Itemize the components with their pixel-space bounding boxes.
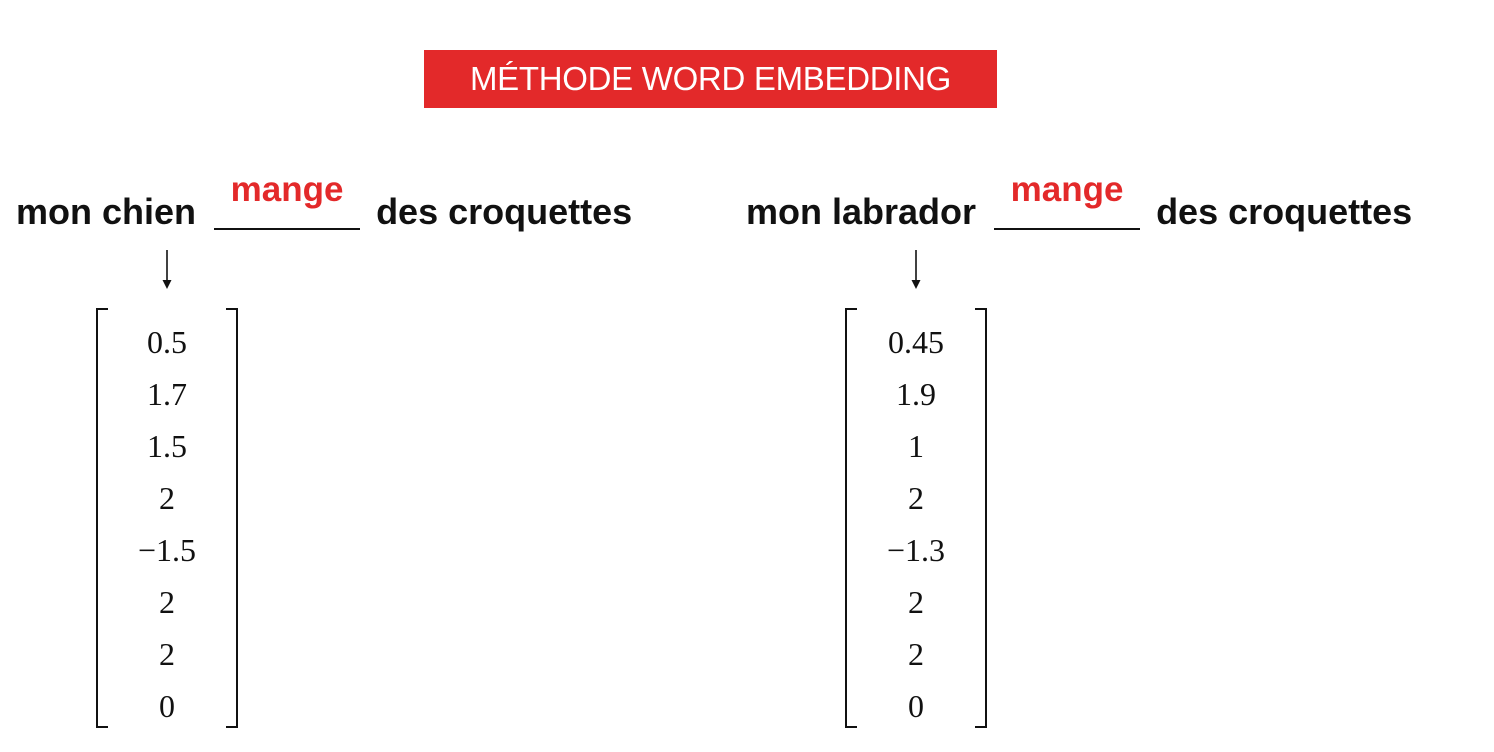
vector-value: 0.45 [888,324,944,360]
vector-value: 2 [908,584,924,620]
vector-value: 2 [908,480,924,516]
right-bracket [975,308,987,728]
example-sentence-1: mon chien mange des croquettes [16,170,633,234]
blank-slot: mange [994,170,1141,234]
vector-value: −1.3 [886,532,946,568]
blank-underline [214,228,361,230]
vector-values: 0.5 1.7 1.5 2 −1.5 2 2 0 [110,316,224,732]
sentence-prefix: mon labrador [746,191,977,232]
vector-value: 0 [908,688,924,724]
left-bracket [96,308,108,728]
embedding-vector-1: 0.5 1.7 1.5 2 −1.5 2 2 0 [96,308,238,728]
down-arrow-icon [911,250,921,289]
fill-word: mange [1010,170,1124,209]
sentence-suffix: des croquettes [376,191,633,232]
vector-value: 2 [908,636,924,672]
vector-value: 2 [159,636,175,672]
down-arrow-icon [162,250,172,289]
vector-value: 1.5 [147,428,187,464]
vector-value: 1 [908,428,924,464]
page-title: MÉTHODE WORD EMBEDDING [424,50,997,108]
vector-value: 1.7 [147,376,187,412]
left-bracket [845,308,857,728]
vector-value: 2 [159,480,175,516]
sentence-suffix: des croquettes [1156,191,1413,232]
blank-underline [994,228,1141,230]
vector-value: 1.9 [896,376,936,412]
right-bracket [226,308,238,728]
vector-value: 0.5 [147,324,187,360]
example-sentence-2: mon labrador mange des croquettes [746,170,1413,234]
vector-value: 2 [159,584,175,620]
vector-value: 0 [159,688,175,724]
embedding-vector-2: 0.45 1.9 1 2 −1.3 2 2 0 [845,308,987,728]
vector-values: 0.45 1.9 1 2 −1.3 2 2 0 [859,316,973,732]
blank-slot: mange [214,170,361,234]
sentence-prefix: mon chien [16,191,197,232]
vector-value: −1.5 [137,532,197,568]
fill-word: mange [230,170,344,209]
